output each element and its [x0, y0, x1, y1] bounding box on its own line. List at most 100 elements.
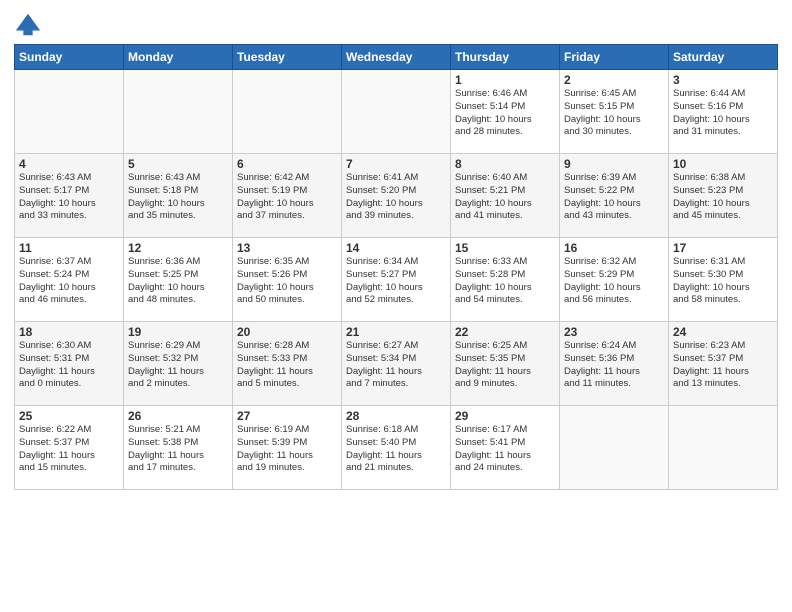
calendar-cell: 9Sunrise: 6:39 AM Sunset: 5:22 PM Daylig… — [560, 154, 669, 238]
calendar-cell: 10Sunrise: 6:38 AM Sunset: 5:23 PM Dayli… — [669, 154, 778, 238]
day-info: Sunrise: 6:36 AM Sunset: 5:25 PM Dayligh… — [128, 256, 228, 307]
day-info: Sunrise: 6:31 AM Sunset: 5:30 PM Dayligh… — [673, 256, 773, 307]
calendar-cell — [124, 70, 233, 154]
day-number: 5 — [128, 157, 228, 171]
day-info: Sunrise: 6:29 AM Sunset: 5:32 PM Dayligh… — [128, 340, 228, 391]
day-info: Sunrise: 6:39 AM Sunset: 5:22 PM Dayligh… — [564, 172, 664, 223]
day-number: 26 — [128, 409, 228, 423]
calendar-cell: 18Sunrise: 6:30 AM Sunset: 5:31 PM Dayli… — [15, 322, 124, 406]
calendar-cell: 4Sunrise: 6:43 AM Sunset: 5:17 PM Daylig… — [15, 154, 124, 238]
day-info: Sunrise: 6:43 AM Sunset: 5:18 PM Dayligh… — [128, 172, 228, 223]
day-number: 18 — [19, 325, 119, 339]
day-number: 14 — [346, 241, 446, 255]
calendar-header-monday: Monday — [124, 45, 233, 70]
calendar-header-sunday: Sunday — [15, 45, 124, 70]
day-number: 27 — [237, 409, 337, 423]
day-number: 6 — [237, 157, 337, 171]
day-number: 28 — [346, 409, 446, 423]
page-header — [14, 10, 778, 38]
page-container: SundayMondayTuesdayWednesdayThursdayFrid… — [0, 0, 792, 496]
day-info: Sunrise: 6:22 AM Sunset: 5:37 PM Dayligh… — [19, 424, 119, 475]
calendar-cell: 23Sunrise: 6:24 AM Sunset: 5:36 PM Dayli… — [560, 322, 669, 406]
day-info: Sunrise: 6:32 AM Sunset: 5:29 PM Dayligh… — [564, 256, 664, 307]
calendar-cell: 29Sunrise: 6:17 AM Sunset: 5:41 PM Dayli… — [451, 406, 560, 490]
calendar-header-wednesday: Wednesday — [342, 45, 451, 70]
calendar-header-saturday: Saturday — [669, 45, 778, 70]
day-info: Sunrise: 6:40 AM Sunset: 5:21 PM Dayligh… — [455, 172, 555, 223]
calendar-week-row: 4Sunrise: 6:43 AM Sunset: 5:17 PM Daylig… — [15, 154, 778, 238]
calendar-cell: 2Sunrise: 6:45 AM Sunset: 5:15 PM Daylig… — [560, 70, 669, 154]
calendar-cell — [560, 406, 669, 490]
day-info: Sunrise: 6:38 AM Sunset: 5:23 PM Dayligh… — [673, 172, 773, 223]
day-info: Sunrise: 6:42 AM Sunset: 5:19 PM Dayligh… — [237, 172, 337, 223]
day-info: Sunrise: 6:37 AM Sunset: 5:24 PM Dayligh… — [19, 256, 119, 307]
day-info: Sunrise: 6:18 AM Sunset: 5:40 PM Dayligh… — [346, 424, 446, 475]
calendar-cell: 5Sunrise: 6:43 AM Sunset: 5:18 PM Daylig… — [124, 154, 233, 238]
day-info: Sunrise: 6:28 AM Sunset: 5:33 PM Dayligh… — [237, 340, 337, 391]
day-number: 20 — [237, 325, 337, 339]
day-info: Sunrise: 6:34 AM Sunset: 5:27 PM Dayligh… — [346, 256, 446, 307]
calendar-cell: 11Sunrise: 6:37 AM Sunset: 5:24 PM Dayli… — [15, 238, 124, 322]
calendar-cell: 22Sunrise: 6:25 AM Sunset: 5:35 PM Dayli… — [451, 322, 560, 406]
calendar-cell: 7Sunrise: 6:41 AM Sunset: 5:20 PM Daylig… — [342, 154, 451, 238]
calendar-cell: 20Sunrise: 6:28 AM Sunset: 5:33 PM Dayli… — [233, 322, 342, 406]
day-number: 7 — [346, 157, 446, 171]
day-info: Sunrise: 6:30 AM Sunset: 5:31 PM Dayligh… — [19, 340, 119, 391]
day-number: 21 — [346, 325, 446, 339]
calendar-header-friday: Friday — [560, 45, 669, 70]
day-number: 10 — [673, 157, 773, 171]
calendar-week-row: 18Sunrise: 6:30 AM Sunset: 5:31 PM Dayli… — [15, 322, 778, 406]
calendar-cell — [233, 70, 342, 154]
calendar-cell: 28Sunrise: 6:18 AM Sunset: 5:40 PM Dayli… — [342, 406, 451, 490]
calendar-cell: 16Sunrise: 6:32 AM Sunset: 5:29 PM Dayli… — [560, 238, 669, 322]
calendar-header-thursday: Thursday — [451, 45, 560, 70]
day-info: Sunrise: 6:23 AM Sunset: 5:37 PM Dayligh… — [673, 340, 773, 391]
day-number: 3 — [673, 73, 773, 87]
day-info: Sunrise: 6:43 AM Sunset: 5:17 PM Dayligh… — [19, 172, 119, 223]
day-info: Sunrise: 6:35 AM Sunset: 5:26 PM Dayligh… — [237, 256, 337, 307]
day-info: Sunrise: 6:19 AM Sunset: 5:39 PM Dayligh… — [237, 424, 337, 475]
day-number: 29 — [455, 409, 555, 423]
day-number: 23 — [564, 325, 664, 339]
calendar-cell: 8Sunrise: 6:40 AM Sunset: 5:21 PM Daylig… — [451, 154, 560, 238]
calendar-cell: 1Sunrise: 6:46 AM Sunset: 5:14 PM Daylig… — [451, 70, 560, 154]
day-number: 1 — [455, 73, 555, 87]
day-number: 17 — [673, 241, 773, 255]
calendar-week-row: 25Sunrise: 6:22 AM Sunset: 5:37 PM Dayli… — [15, 406, 778, 490]
calendar-cell: 26Sunrise: 5:21 AM Sunset: 5:38 PM Dayli… — [124, 406, 233, 490]
day-number: 2 — [564, 73, 664, 87]
day-info: Sunrise: 6:44 AM Sunset: 5:16 PM Dayligh… — [673, 88, 773, 139]
calendar-header-row: SundayMondayTuesdayWednesdayThursdayFrid… — [15, 45, 778, 70]
calendar-cell: 3Sunrise: 6:44 AM Sunset: 5:16 PM Daylig… — [669, 70, 778, 154]
day-info: Sunrise: 6:24 AM Sunset: 5:36 PM Dayligh… — [564, 340, 664, 391]
logo — [14, 10, 46, 38]
day-number: 11 — [19, 241, 119, 255]
day-number: 22 — [455, 325, 555, 339]
calendar-cell: 12Sunrise: 6:36 AM Sunset: 5:25 PM Dayli… — [124, 238, 233, 322]
day-number: 12 — [128, 241, 228, 255]
day-number: 25 — [19, 409, 119, 423]
calendar-cell: 14Sunrise: 6:34 AM Sunset: 5:27 PM Dayli… — [342, 238, 451, 322]
calendar-cell: 21Sunrise: 6:27 AM Sunset: 5:34 PM Dayli… — [342, 322, 451, 406]
calendar-cell: 15Sunrise: 6:33 AM Sunset: 5:28 PM Dayli… — [451, 238, 560, 322]
calendar-cell: 19Sunrise: 6:29 AM Sunset: 5:32 PM Dayli… — [124, 322, 233, 406]
day-info: Sunrise: 6:17 AM Sunset: 5:41 PM Dayligh… — [455, 424, 555, 475]
day-number: 15 — [455, 241, 555, 255]
day-info: Sunrise: 6:46 AM Sunset: 5:14 PM Dayligh… — [455, 88, 555, 139]
day-info: Sunrise: 5:21 AM Sunset: 5:38 PM Dayligh… — [128, 424, 228, 475]
day-number: 8 — [455, 157, 555, 171]
calendar-week-row: 11Sunrise: 6:37 AM Sunset: 5:24 PM Dayli… — [15, 238, 778, 322]
calendar-cell: 25Sunrise: 6:22 AM Sunset: 5:37 PM Dayli… — [15, 406, 124, 490]
day-info: Sunrise: 6:25 AM Sunset: 5:35 PM Dayligh… — [455, 340, 555, 391]
calendar-cell — [669, 406, 778, 490]
logo-icon — [14, 10, 42, 38]
day-info: Sunrise: 6:33 AM Sunset: 5:28 PM Dayligh… — [455, 256, 555, 307]
day-number: 4 — [19, 157, 119, 171]
day-number: 9 — [564, 157, 664, 171]
calendar-cell: 27Sunrise: 6:19 AM Sunset: 5:39 PM Dayli… — [233, 406, 342, 490]
calendar-cell: 6Sunrise: 6:42 AM Sunset: 5:19 PM Daylig… — [233, 154, 342, 238]
calendar-cell: 13Sunrise: 6:35 AM Sunset: 5:26 PM Dayli… — [233, 238, 342, 322]
calendar-table: SundayMondayTuesdayWednesdayThursdayFrid… — [14, 44, 778, 490]
calendar-cell — [15, 70, 124, 154]
day-info: Sunrise: 6:27 AM Sunset: 5:34 PM Dayligh… — [346, 340, 446, 391]
